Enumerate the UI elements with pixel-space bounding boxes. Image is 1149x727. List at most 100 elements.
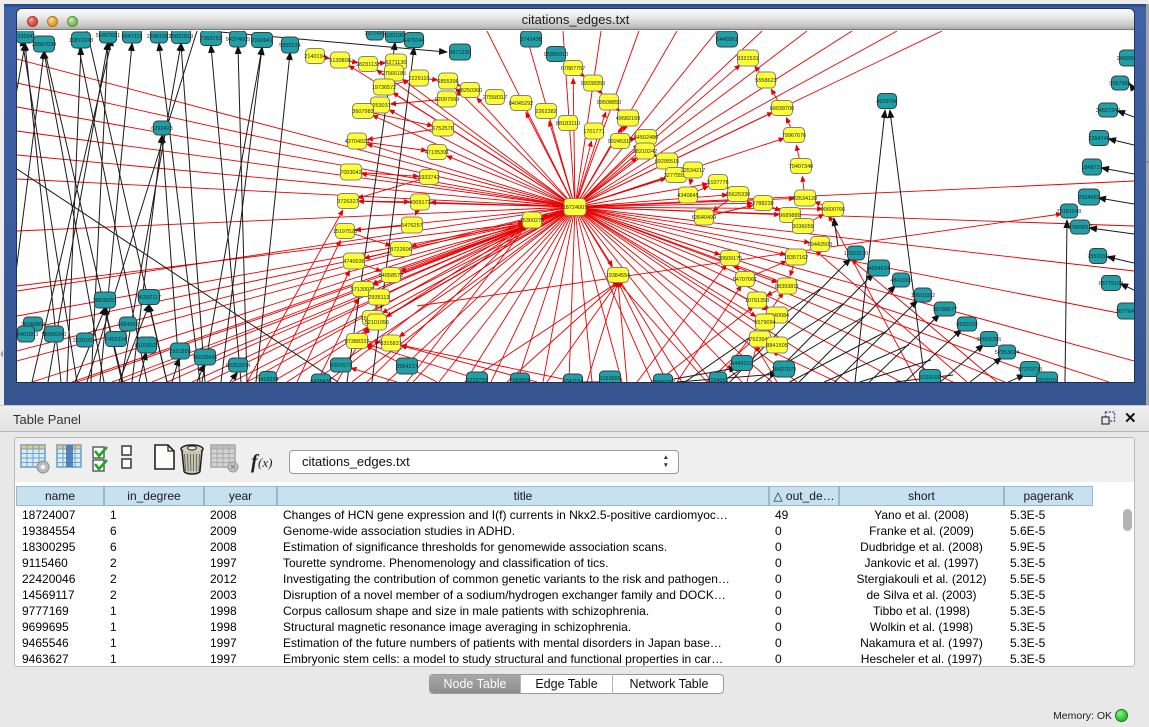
svg-text:5159166: 5159166 [919, 375, 940, 381]
svg-text:99508850: 99508850 [597, 100, 621, 106]
svg-text:96028436: 96028436 [193, 355, 217, 361]
svg-text:88183110: 88183110 [556, 121, 580, 127]
svg-text:1701771: 1701771 [583, 129, 604, 135]
svg-text:55667651: 55667651 [96, 33, 120, 39]
svg-text:43704923: 43704923 [345, 139, 369, 145]
svg-text:4740036: 4740036 [343, 259, 364, 265]
svg-text:5479144: 5479144 [403, 38, 424, 44]
svg-text:6440561: 6440561 [716, 37, 737, 43]
svg-text:19736572: 19736572 [372, 85, 396, 91]
svg-text:69038700: 69038700 [770, 106, 794, 112]
svg-text:8315831: 8315831 [380, 341, 401, 347]
svg-text:99600766: 99600766 [821, 207, 845, 213]
svg-text:89442503: 89442503 [808, 242, 832, 248]
svg-text:4009172: 4009172 [409, 200, 430, 206]
svg-text:3564217: 3564217 [396, 364, 417, 370]
svg-text:24665841: 24665841 [1117, 56, 1134, 62]
svg-text:8841505: 8841505 [766, 343, 787, 349]
svg-text:2140194: 2140194 [304, 54, 325, 60]
svg-text:6229731: 6229731 [466, 378, 487, 382]
svg-text:96282117: 96282117 [137, 295, 161, 301]
svg-text:2921859: 2921859 [169, 349, 190, 355]
svg-text:38538251: 38538251 [93, 298, 117, 304]
svg-text:94374605: 94374605 [226, 37, 250, 43]
svg-text:5130808: 5130808 [329, 58, 350, 64]
svg-text:98231132: 98231132 [356, 62, 380, 68]
svg-text:4694634: 4694634 [868, 266, 889, 272]
svg-text:5855124: 5855124 [279, 43, 300, 49]
svg-text:22201654: 22201654 [73, 338, 97, 344]
svg-text:12823170: 12823170 [844, 251, 868, 257]
svg-text:9997381: 9997381 [1109, 81, 1130, 87]
svg-text:6438436: 6438436 [310, 379, 331, 382]
svg-text:17869910: 17869910 [1068, 225, 1092, 231]
svg-text:27558317: 27558317 [483, 95, 507, 101]
svg-text:5446912: 5446912 [731, 361, 752, 367]
svg-text:52101056: 52101056 [365, 320, 389, 326]
svg-text:7550190: 7550190 [1087, 254, 1108, 260]
svg-text:35556386: 35556386 [977, 337, 1001, 343]
svg-text:18724007: 18724007 [563, 205, 587, 211]
svg-text:6752576: 6752576 [432, 126, 453, 132]
svg-text:49682169: 49682169 [616, 116, 640, 122]
svg-text:6933742: 6933742 [418, 175, 439, 181]
svg-text:2788238: 2788238 [752, 201, 773, 207]
svg-text:15300275: 15300275 [520, 218, 544, 224]
svg-text:38210242: 38210242 [633, 149, 657, 155]
svg-text:(x): (x) [258, 455, 272, 470]
svg-text:99245317: 99245317 [608, 139, 632, 145]
svg-text:57553014: 57553014 [995, 350, 1019, 356]
svg-text:83534128: 83534128 [793, 196, 817, 202]
svg-text:18357162: 18357162 [784, 255, 808, 261]
svg-text:63640499: 63640499 [692, 215, 716, 221]
svg-text:22534217: 22534217 [681, 168, 705, 174]
svg-text:2229110: 2229110 [408, 76, 429, 82]
svg-text:3726327: 3726327 [337, 199, 358, 205]
svg-text:30776478: 30776478 [1116, 309, 1134, 315]
svg-text:19510312: 19510312 [911, 293, 935, 299]
svg-text:64502486: 64502486 [634, 135, 658, 141]
svg-text:19384554: 19384554 [606, 273, 630, 279]
svg-text:99038359: 99038359 [581, 81, 605, 87]
svg-text:7003042: 7003042 [340, 170, 361, 176]
svg-text:10791358: 10791358 [745, 298, 769, 304]
svg-text:88461803: 88461803 [17, 332, 38, 338]
svg-text:22981052: 22981052 [147, 34, 171, 40]
svg-text:9153566: 9153566 [599, 376, 620, 382]
svg-text:6292423: 6292423 [151, 126, 172, 132]
svg-text:2935113: 2935113 [368, 295, 389, 301]
svg-text:5476257: 5476257 [401, 223, 422, 229]
svg-text:38427073: 38427073 [772, 367, 796, 373]
svg-text:5579094: 5579094 [754, 320, 775, 326]
svg-text:3607983: 3607983 [352, 109, 373, 115]
svg-text:4335942: 4335942 [17, 34, 36, 40]
svg-text:54058573: 54058573 [379, 273, 403, 279]
svg-text:7089806: 7089806 [509, 378, 530, 382]
svg-text:48250360: 48250360 [458, 88, 482, 94]
svg-text:47135391: 47135391 [425, 150, 449, 156]
svg-text:95899313: 95899313 [544, 52, 568, 58]
svg-text:3741438: 3741438 [520, 37, 541, 43]
svg-text:6647119: 6647119 [121, 34, 142, 40]
svg-text:27566185: 27566185 [382, 71, 406, 77]
svg-text:99788677: 99788677 [933, 307, 957, 313]
svg-text:15831819: 15831819 [169, 34, 193, 40]
svg-text:69295515: 69295515 [655, 159, 679, 165]
svg-text:66775103: 66775103 [1099, 281, 1123, 287]
svg-text:5107776: 5107776 [707, 180, 728, 186]
svg-text:2564689: 2564689 [1078, 195, 1099, 201]
svg-text:1848731: 1848731 [1081, 165, 1102, 171]
svg-text:68353204: 68353204 [226, 363, 250, 369]
svg-text:87388337: 87388337 [345, 339, 369, 345]
svg-text:64707061: 64707061 [733, 277, 757, 283]
svg-text:75181648: 75181648 [1057, 209, 1081, 215]
svg-text:8930103: 8930103 [956, 322, 977, 328]
svg-text:81016525: 81016525 [135, 343, 159, 349]
svg-text:30509175: 30509175 [718, 256, 742, 262]
svg-text:39587039: 39587039 [32, 42, 56, 48]
svg-text:84045292: 84045292 [509, 101, 533, 107]
svg-text:2166941: 2166941 [251, 38, 272, 44]
svg-text:7350753: 7350753 [200, 36, 221, 42]
svg-text:4340845: 4340845 [677, 193, 698, 199]
svg-text:15197528: 15197528 [333, 229, 357, 235]
